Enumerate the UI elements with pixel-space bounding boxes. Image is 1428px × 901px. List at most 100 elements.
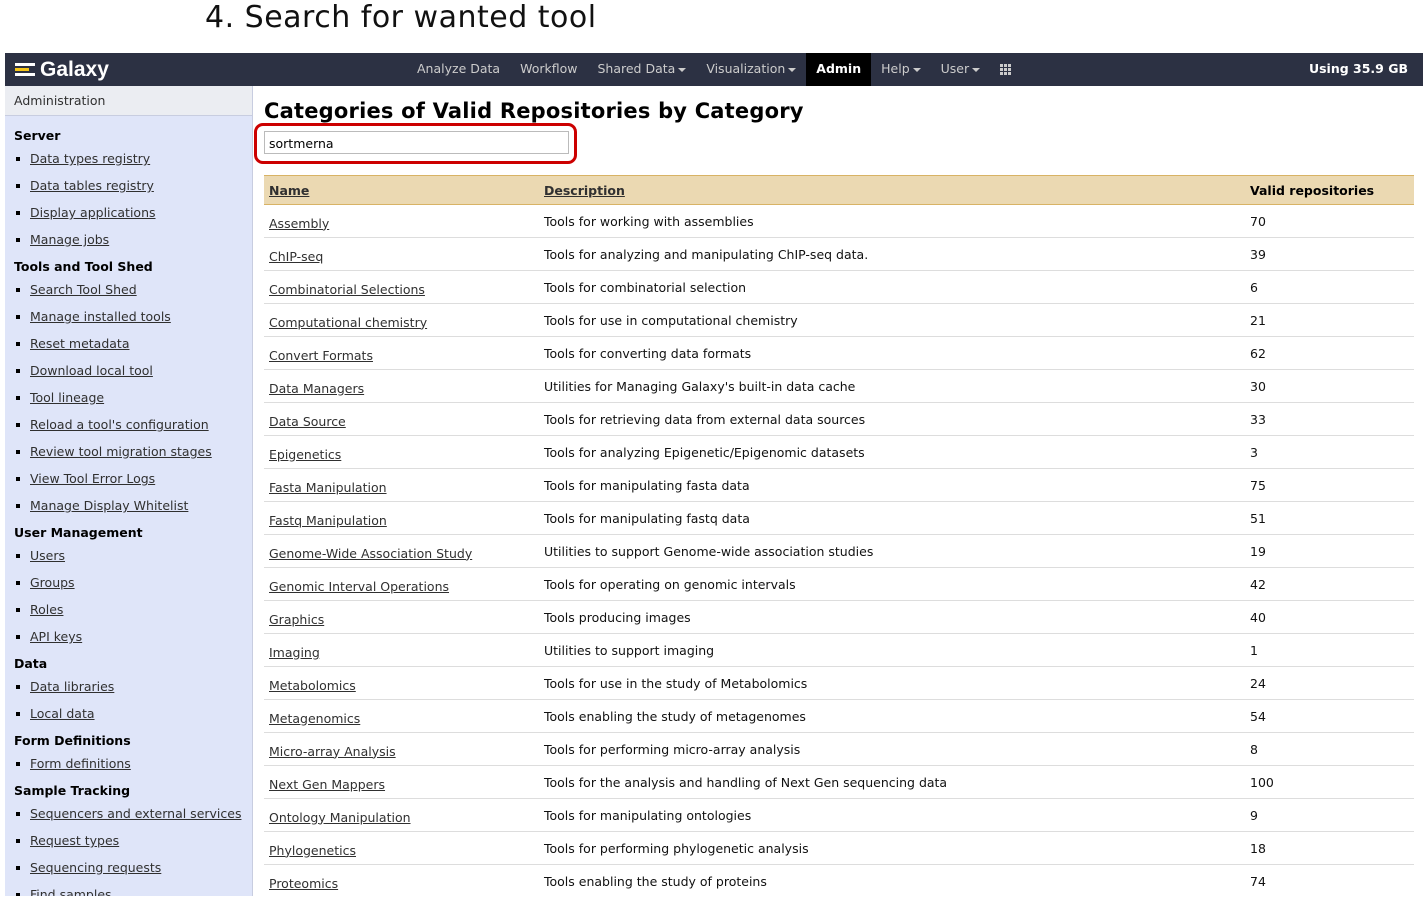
sidebar-item[interactable]: Data libraries bbox=[14, 673, 252, 700]
sidebar-link[interactable]: Data tables registry bbox=[30, 178, 154, 193]
sort-by-description-link[interactable]: Description bbox=[544, 183, 625, 198]
sidebar-item[interactable]: Manage installed tools bbox=[14, 303, 252, 330]
sidebar-link[interactable]: View Tool Error Logs bbox=[30, 471, 155, 486]
sidebar-item[interactable]: Roles bbox=[14, 596, 252, 623]
category-link[interactable]: Assembly bbox=[269, 216, 329, 231]
sidebar-link[interactable]: Sequencing requests bbox=[30, 860, 161, 875]
category-link[interactable]: Ontology Manipulation bbox=[269, 810, 411, 825]
sidebar-link[interactable]: Form definitions bbox=[30, 756, 131, 771]
sidebar-item[interactable]: Groups bbox=[14, 569, 252, 596]
sidebar-link[interactable]: Data types registry bbox=[30, 151, 150, 166]
sidebar-item[interactable]: Manage jobs bbox=[14, 226, 252, 253]
sort-by-name-link[interactable]: Name bbox=[269, 183, 309, 198]
sidebar-item[interactable]: Local data bbox=[14, 700, 252, 727]
sidebar-link[interactable]: Local data bbox=[30, 706, 95, 721]
category-link[interactable]: Micro-array Analysis bbox=[269, 744, 396, 759]
apps-menu[interactable] bbox=[990, 53, 1021, 86]
category-link[interactable]: Imaging bbox=[269, 645, 320, 660]
category-link[interactable]: Metabolomics bbox=[269, 678, 356, 693]
column-header-description[interactable]: Description bbox=[539, 175, 1245, 205]
valid-repositories-count: 24 bbox=[1245, 666, 1414, 700]
sidebar-link[interactable]: Review tool migration stages bbox=[30, 444, 212, 459]
sidebar-item[interactable]: Users bbox=[14, 542, 252, 569]
sidebar-item[interactable]: Download local tool bbox=[14, 357, 252, 384]
category-link[interactable]: Proteomics bbox=[269, 876, 338, 891]
category-link[interactable]: Epigenetics bbox=[269, 447, 341, 462]
category-link[interactable]: Fasta Manipulation bbox=[269, 480, 387, 495]
column-header-name[interactable]: Name bbox=[264, 175, 539, 205]
category-link[interactable]: Next Gen Mappers bbox=[269, 777, 385, 792]
category-description: Tools for use in computational chemistry bbox=[539, 303, 1245, 337]
nav-label: Admin bbox=[816, 61, 862, 76]
sidebar-link[interactable]: Request types bbox=[30, 833, 119, 848]
category-link[interactable]: Genomic Interval Operations bbox=[269, 579, 449, 594]
table-row: Data Managers Utilities for Managing Gala… bbox=[264, 369, 1414, 403]
galaxy-brand[interactable]: Galaxy bbox=[15, 53, 109, 86]
category-description: Tools for operating on genomic intervals bbox=[539, 567, 1245, 601]
nav-label: Visualization bbox=[706, 61, 786, 76]
sidebar-item[interactable]: Reload a tool's configuration bbox=[14, 411, 252, 438]
nav-help[interactable]: Help bbox=[871, 53, 931, 86]
sidebar-item[interactable]: API keys bbox=[14, 623, 252, 650]
nav-analyze-data[interactable]: Analyze Data bbox=[407, 53, 510, 86]
category-link[interactable]: Data Managers bbox=[269, 381, 364, 396]
nav-admin[interactable]: Admin bbox=[806, 53, 872, 86]
sidebar-link[interactable]: Download local tool bbox=[30, 363, 153, 378]
usage-indicator: Using 35.9 GB bbox=[1308, 61, 1408, 76]
category-link[interactable]: ChIP-seq bbox=[269, 249, 323, 264]
sidebar-link[interactable]: Manage jobs bbox=[30, 232, 109, 247]
sidebar-item[interactable]: Data tables registry bbox=[14, 172, 252, 199]
sidebar-link[interactable]: Search Tool Shed bbox=[30, 282, 137, 297]
sidebar-item[interactable]: Data types registry bbox=[14, 145, 252, 172]
page-title: Categories of Valid Repositories by Cate… bbox=[264, 99, 804, 123]
category-link[interactable]: Data Source bbox=[269, 414, 346, 429]
sidebar-item[interactable]: Form definitions bbox=[14, 750, 252, 777]
category-link[interactable]: Genome-Wide Association Study bbox=[269, 546, 472, 561]
table-row: Phylogenetics Tools for performing phylog… bbox=[264, 831, 1414, 865]
category-link[interactable]: Phylogenetics bbox=[269, 843, 356, 858]
sidebar-section-title: Sample Tracking bbox=[14, 783, 131, 798]
sidebar-link[interactable]: Display applications bbox=[30, 205, 156, 220]
sidebar-link[interactable]: Roles bbox=[30, 602, 63, 617]
sidebar-item[interactable]: Search Tool Shed bbox=[14, 276, 252, 303]
sidebar-link[interactable]: Manage installed tools bbox=[30, 309, 171, 324]
sidebar-item[interactable]: Request types bbox=[14, 827, 252, 854]
sidebar-item[interactable]: Manage Display Whitelist bbox=[14, 492, 252, 519]
sidebar-item[interactable]: Display applications bbox=[14, 199, 252, 226]
category-link[interactable]: Computational chemistry bbox=[269, 315, 427, 330]
sidebar-link[interactable]: Find samples bbox=[30, 887, 112, 896]
sidebar-link[interactable]: Reload a tool's configuration bbox=[30, 417, 209, 432]
sidebar-item[interactable]: View Tool Error Logs bbox=[14, 465, 252, 492]
sidebar-item[interactable]: Review tool migration stages bbox=[14, 438, 252, 465]
sidebar-item[interactable]: Tool lineage bbox=[14, 384, 252, 411]
valid-repositories-count: 74 bbox=[1245, 864, 1414, 896]
nav-shared-data[interactable]: Shared Data bbox=[587, 53, 696, 86]
step-title: 4. Search for wanted tool bbox=[205, 0, 597, 35]
sidebar-link[interactable]: Users bbox=[30, 548, 65, 563]
sidebar-link[interactable]: Reset metadata bbox=[30, 336, 129, 351]
sidebar-item[interactable]: Sequencers and external services bbox=[14, 800, 252, 827]
nav-label: User bbox=[940, 61, 970, 76]
sidebar-link[interactable]: Manage Display Whitelist bbox=[30, 498, 188, 513]
nav-visualization[interactable]: Visualization bbox=[696, 53, 806, 86]
sidebar-link[interactable]: Sequencers and external services bbox=[30, 806, 241, 821]
valid-repositories-count: 19 bbox=[1245, 534, 1414, 568]
sidebar-link[interactable]: Groups bbox=[30, 575, 75, 590]
galaxy-logo-icon bbox=[15, 62, 35, 78]
nav-user[interactable]: User bbox=[931, 53, 991, 86]
category-link[interactable]: Metagenomics bbox=[269, 711, 360, 726]
valid-repositories-count: 40 bbox=[1245, 600, 1414, 634]
sidebar-link[interactable]: Data libraries bbox=[30, 679, 114, 694]
search-input[interactable]: sortmerna bbox=[264, 131, 569, 154]
sidebar-link[interactable]: API keys bbox=[30, 629, 82, 644]
sidebar-item[interactable]: Find samples bbox=[14, 881, 252, 896]
sidebar-item[interactable]: Reset metadata bbox=[14, 330, 252, 357]
sidebar-item[interactable]: Sequencing requests bbox=[14, 854, 252, 881]
sidebar-link[interactable]: Tool lineage bbox=[30, 390, 104, 405]
category-link[interactable]: Graphics bbox=[269, 612, 324, 627]
category-link[interactable]: Fastq Manipulation bbox=[269, 513, 387, 528]
nav-workflow[interactable]: Workflow bbox=[510, 53, 587, 86]
caret-down-icon bbox=[788, 67, 797, 72]
category-link[interactable]: Convert Formats bbox=[269, 348, 373, 363]
category-link[interactable]: Combinatorial Selections bbox=[269, 282, 425, 297]
